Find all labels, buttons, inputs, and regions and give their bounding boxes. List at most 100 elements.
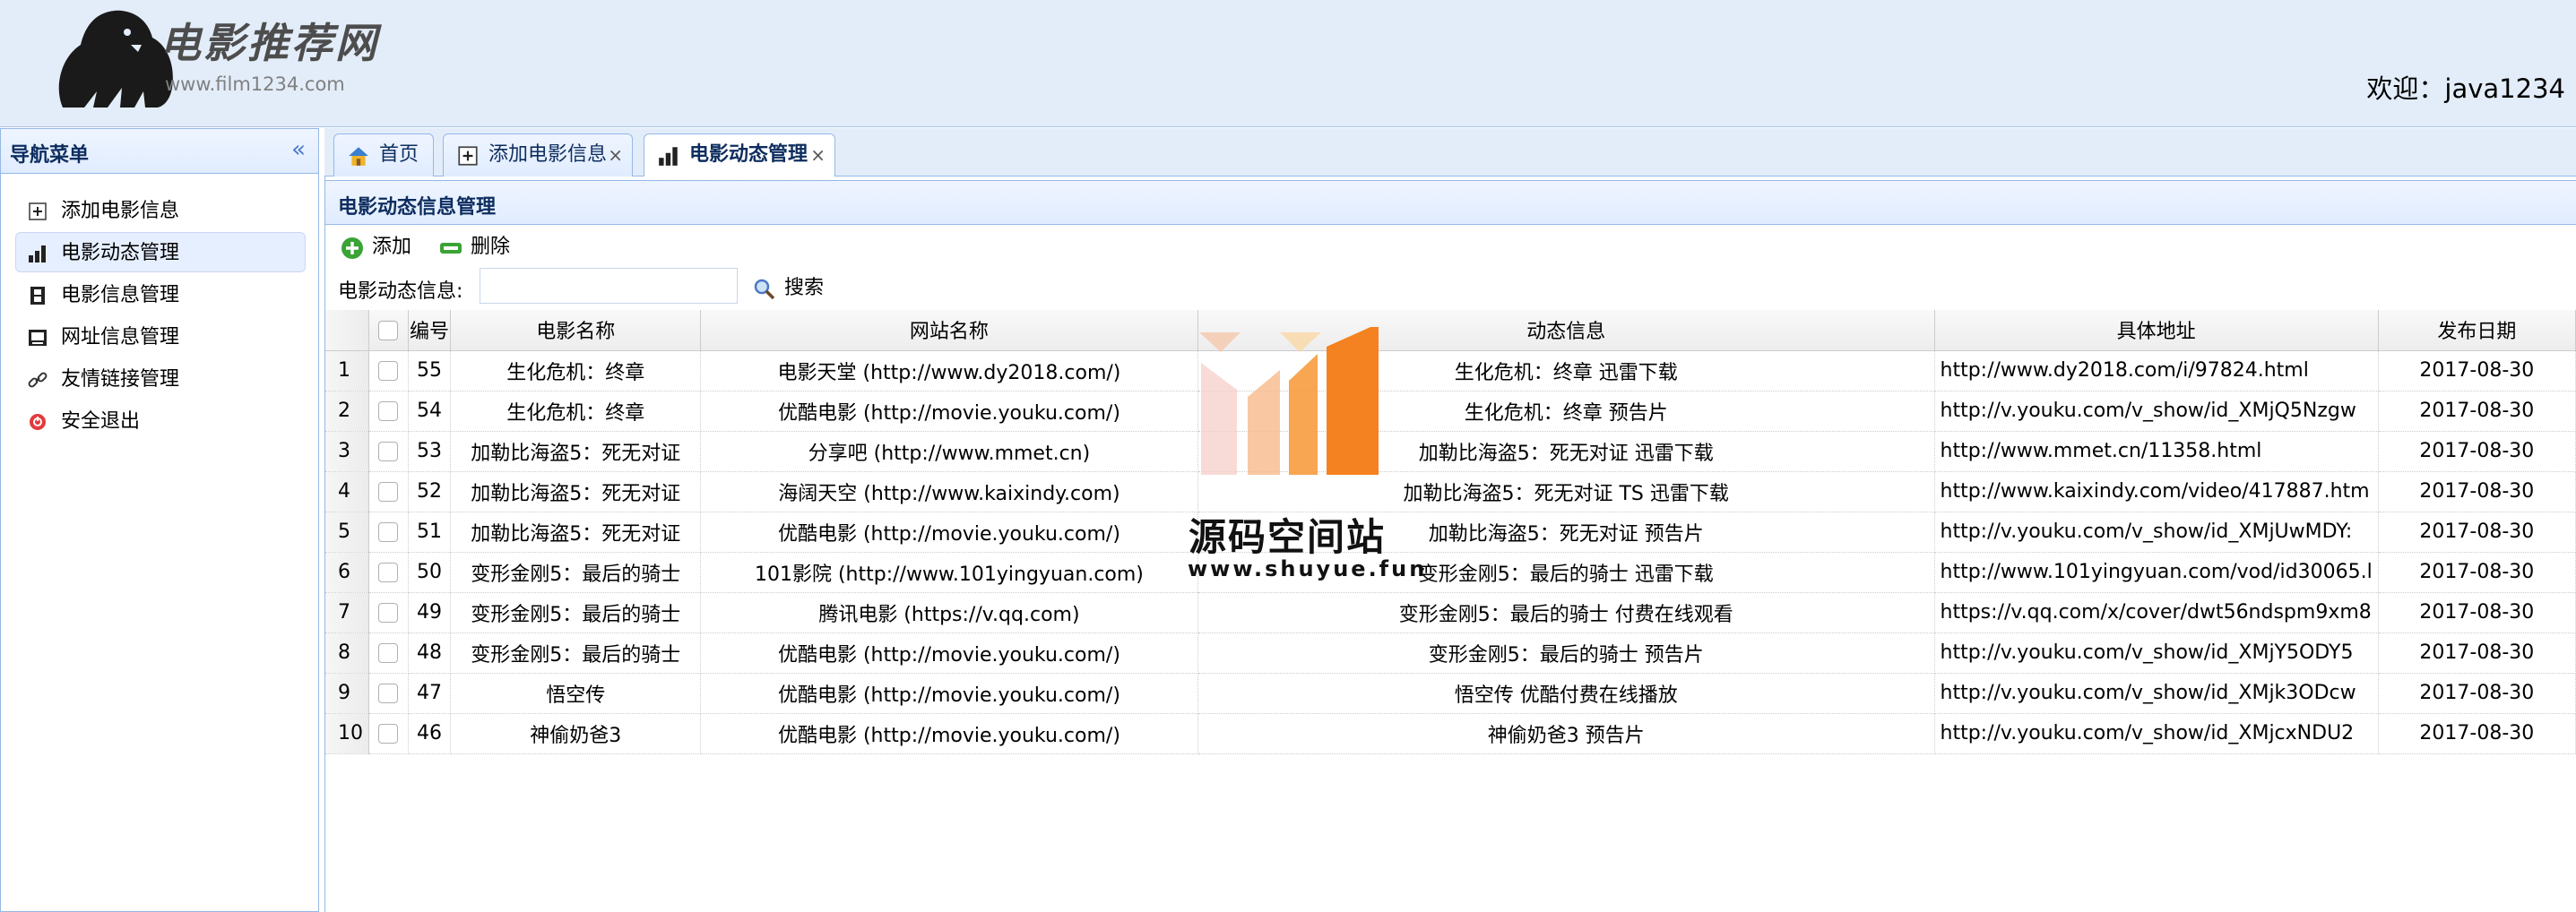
url-cell: http://www.kaixindy.com/video/417887.htm: [1934, 471, 2379, 512]
row-checkbox[interactable]: [378, 361, 399, 381]
add-button-label: 添加: [372, 236, 412, 258]
column-header-id[interactable]: 编号: [408, 310, 452, 351]
add-icon: [458, 146, 478, 166]
date-cell: 2017-08-30: [2378, 391, 2576, 432]
table-header-row: 编号 电影名称 网站名称 动态信息 具体地址 发布日期: [325, 310, 2576, 351]
column-header-url[interactable]: 具体地址: [1934, 310, 2379, 351]
header-select-all[interactable]: [368, 310, 409, 351]
row-checkbox[interactable]: [378, 724, 399, 744]
tab-movie-news[interactable]: 电影动态管理 ×: [644, 133, 835, 177]
row-checkbox[interactable]: [378, 442, 399, 461]
link-icon: [28, 372, 48, 388]
site-name-cell: 优酷电影 (http://movie.youku.com/): [700, 391, 1198, 432]
table-row[interactable]: 3 53 加勒比海盗5：死无对证 分享吧 (http://www.mmet.cn) 加勒…: [325, 431, 2576, 472]
search-button-label: 搜索: [784, 277, 825, 299]
delete-button[interactable]: 删除: [437, 234, 510, 261]
id-cell: 48: [408, 632, 452, 674]
date-cell: 2017-08-30: [2378, 471, 2576, 512]
row-checkbox[interactable]: [378, 603, 399, 623]
table-row[interactable]: 5 51 加勒比海盗5：死无对证 优酷电影 (http://movie.youku.c…: [325, 512, 2576, 553]
table-row[interactable]: 6 50 变形金刚5：最后的骑士 101影院 (http://www.101yingy…: [325, 552, 2576, 593]
sidebar-item-url-info[interactable]: 网址信息管理: [15, 316, 306, 357]
row-checkbox-cell[interactable]: [368, 350, 409, 391]
panel-header: 电影动态信息管理: [325, 180, 2576, 225]
sidebar-item-label: 电影信息管理: [61, 284, 180, 306]
news-info-cell: 神偷奶爸3 预告片: [1197, 713, 1935, 754]
sidebar-item-label: 电影动态管理: [61, 242, 180, 264]
date-cell: 2017-08-30: [2378, 512, 2576, 553]
table-row[interactable]: 10 46 神偷奶爸3 优酷电影 (http://movie.youku.com/) 神…: [325, 713, 2576, 754]
table-row[interactable]: 2 54 生化危机：终章 优酷电影 (http://movie.youku.com/)…: [325, 391, 2576, 432]
row-checkbox-cell[interactable]: [368, 512, 409, 553]
site-name-cell: 优酷电影 (http://movie.youku.com/): [700, 673, 1198, 714]
sidebar-header: 导航菜单 «: [1, 129, 318, 174]
table-row[interactable]: 7 49 变形金刚5：最后的骑士 腾讯电影 (https://v.qq.com) 变形金…: [325, 592, 2576, 633]
search-icon: [754, 279, 775, 300]
row-checkbox-cell[interactable]: [368, 632, 409, 674]
collapse-left-icon[interactable]: «: [291, 136, 306, 163]
select-all-checkbox[interactable]: [378, 320, 399, 340]
movie-name-cell: 变形金刚5：最后的骑士: [450, 592, 701, 633]
nav-menu: 添加电影信息 电影动态管理 电影信息管理 网址信息管理 友情链接管理 安全退出: [1, 174, 318, 441]
row-number-cell: 4: [325, 471, 369, 512]
column-header-date[interactable]: 发布日期: [2378, 310, 2576, 351]
close-icon[interactable]: ×: [608, 134, 623, 176]
date-cell: 2017-08-30: [2378, 431, 2576, 472]
row-checkbox[interactable]: [378, 643, 399, 663]
news-info-cell: 悟空传 优酷付费在线播放: [1197, 673, 1935, 714]
watermark-text: 源码空间站: [1189, 515, 1387, 559]
sidebar-item-label: 友情链接管理: [61, 368, 180, 391]
table-row[interactable]: 4 52 加勒比海盗5：死无对证 海阔天空 (http://www.kaixindy.…: [325, 471, 2576, 512]
tab-add-movie[interactable]: 添加电影信息 ×: [443, 133, 633, 176]
row-checkbox-cell[interactable]: [368, 431, 409, 472]
url-cell: http://v.youku.com/v_show/id_XMjQ5Nzgw: [1934, 391, 2379, 432]
sidebar-item-add-movie[interactable]: 添加电影信息: [15, 190, 306, 230]
sidebar-item-movie-info[interactable]: 电影信息管理: [15, 274, 306, 314]
date-cell: 2017-08-30: [2378, 673, 2576, 714]
row-checkbox[interactable]: [378, 522, 399, 542]
row-checkbox[interactable]: [378, 684, 399, 703]
watermark-url: www.shuyue.fun: [1188, 556, 1428, 581]
table-row[interactable]: 9 47 悟空传 优酷电影 (http://movie.youku.com/) 悟空传 …: [325, 673, 2576, 714]
date-cell: 2017-08-30: [2378, 350, 2576, 391]
sidebar-item-label: 添加电影信息: [61, 200, 180, 222]
table-body: 1 55 生化危机：终章 电影天堂 (http://www.dy2018.com/) 生…: [325, 350, 2576, 754]
table-row[interactable]: 1 55 生化危机：终章 电影天堂 (http://www.dy2018.com/) 生…: [325, 350, 2576, 391]
data-grid: 编号 电影名称 网站名称 动态信息 具体地址 发布日期 1 55 生化危机：终章 电影…: [325, 310, 2576, 754]
column-header-info[interactable]: 动态信息: [1197, 310, 1935, 351]
add-button[interactable]: 添加: [338, 234, 411, 261]
id-cell: 46: [408, 713, 452, 754]
delete-icon: [440, 243, 462, 254]
id-cell: 51: [408, 512, 452, 553]
header-rownum: [325, 310, 369, 351]
table-row[interactable]: 8 48 变形金刚5：最后的骑士 优酷电影 (http://movie.youku.c…: [325, 632, 2576, 674]
search-button[interactable]: 搜索: [752, 275, 824, 302]
row-number-cell: 6: [325, 552, 369, 593]
welcome-text: 欢迎：java1234: [2366, 73, 2565, 104]
row-checkbox-cell[interactable]: [368, 471, 409, 512]
sidebar-item-logout[interactable]: 安全退出: [15, 400, 306, 441]
date-cell: 2017-08-30: [2378, 552, 2576, 593]
close-icon[interactable]: ×: [810, 134, 826, 176]
search-row: 电影动态信息: 搜索: [325, 266, 2576, 309]
date-cell: 2017-08-30: [2378, 632, 2576, 674]
column-header-movie[interactable]: 电影名称: [450, 310, 701, 351]
tab-home[interactable]: 首页: [333, 133, 434, 176]
sidebar-item-friend-links[interactable]: 友情链接管理: [15, 358, 306, 399]
movie-name-cell: 变形金刚5：最后的骑士: [450, 552, 701, 593]
sidebar-item-movie-news[interactable]: 电影动态管理: [15, 232, 306, 272]
row-checkbox-cell[interactable]: [368, 552, 409, 593]
row-checkbox-cell[interactable]: [368, 713, 409, 754]
row-checkbox[interactable]: [378, 401, 399, 421]
site-name-cell: 分享吧 (http://www.mmet.cn): [700, 431, 1198, 472]
row-checkbox[interactable]: [378, 563, 399, 582]
news-info-cell: 生化危机：终章 迅雷下载: [1197, 350, 1935, 391]
row-checkbox-cell[interactable]: [368, 391, 409, 432]
row-checkbox[interactable]: [378, 482, 399, 502]
search-input[interactable]: [480, 268, 738, 304]
column-header-site[interactable]: 网站名称: [700, 310, 1198, 351]
row-number-cell: 8: [325, 632, 369, 674]
row-checkbox-cell[interactable]: [368, 673, 409, 714]
row-checkbox-cell[interactable]: [368, 592, 409, 633]
row-number-cell: 10: [325, 713, 369, 754]
